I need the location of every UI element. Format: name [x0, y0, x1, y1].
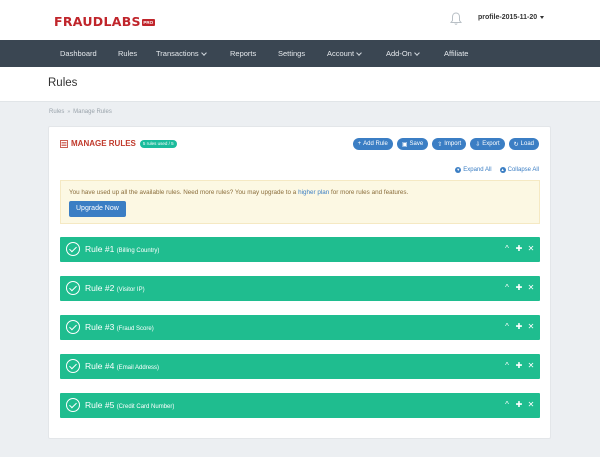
- nav-item-affiliate[interactable]: Affiliate: [444, 40, 468, 67]
- rule-title: Rule #2 (Visitor IP): [85, 283, 145, 293]
- rule-title: Rule #5 (Credit Card Number): [85, 400, 175, 410]
- chevron-down-icon: [200, 49, 207, 56]
- upgrade-alert: You have used up all the available rules…: [60, 180, 540, 224]
- rule-row[interactable]: Rule #2 (Visitor IP) ^ ✚ ✕: [60, 276, 540, 301]
- chevron-down-icon: [356, 49, 362, 56]
- delete-icon[interactable]: ✕: [527, 399, 535, 410]
- rule-title: Rule #1 (Billing Country): [85, 244, 160, 254]
- panel-toolbar: + Add Rule ▣ Save ⇧ Import ⇩ Export ↻ Load: [349, 138, 539, 150]
- download-icon: ⇩: [475, 141, 481, 148]
- check-circle-icon: [66, 242, 80, 256]
- panel-title: MANAGE RULES: [71, 139, 136, 148]
- collapse-icon[interactable]: ^: [503, 321, 511, 332]
- export-button[interactable]: ⇩ Export: [470, 138, 505, 150]
- brand-pro-badge: PRO: [141, 19, 155, 26]
- breadcrumb-current: Manage Rules: [73, 109, 112, 115]
- bell-icon[interactable]: [450, 12, 462, 26]
- expand-collapse-controls: ▼ Expand All ▲ Collapse All: [447, 167, 539, 173]
- load-button[interactable]: ↻ Load: [508, 138, 539, 150]
- nav-item-rules[interactable]: Rules: [118, 40, 137, 67]
- page-title: Rules: [48, 77, 78, 89]
- rule-row[interactable]: Rule #5 (Credit Card Number) ^ ✚ ✕: [60, 393, 540, 418]
- chevron-up-icon: ▲: [499, 167, 506, 173]
- check-circle-icon: [66, 359, 80, 373]
- page-header: Rules: [0, 67, 600, 102]
- move-icon[interactable]: ✚: [515, 282, 523, 293]
- profile-menu[interactable]: profile-2015-11-20: [478, 14, 545, 21]
- delete-icon[interactable]: ✕: [527, 360, 535, 371]
- alert-message: You have used up all the available rules…: [69, 189, 409, 196]
- move-icon[interactable]: ✚: [515, 360, 523, 371]
- breadcrumb: Rules » Manage Rules: [49, 109, 112, 115]
- rule-row[interactable]: Rule #1 (Billing Country) ^ ✚ ✕: [60, 237, 540, 262]
- higher-plan-link[interactable]: higher plan: [298, 189, 329, 196]
- nav-item-reports[interactable]: Reports: [230, 40, 256, 67]
- rule-actions: ^ ✚ ✕: [499, 399, 535, 410]
- add-rule-button[interactable]: + Add Rule: [352, 138, 393, 150]
- import-button[interactable]: ⇧ Import: [432, 138, 467, 150]
- save-button[interactable]: ▣ Save: [396, 138, 429, 150]
- chevron-down-icon: ▼: [455, 167, 462, 173]
- main-nav: Dashboard Rules Transactions Reports Set…: [0, 40, 600, 67]
- brand-logo[interactable]: FRAUDLABS PRO: [54, 14, 155, 29]
- load-icon: ↻: [513, 141, 519, 148]
- chevron-down-icon: [414, 49, 420, 56]
- expand-all-link[interactable]: ▼ Expand All: [455, 167, 492, 173]
- upload-icon: ⇧: [437, 141, 443, 148]
- move-icon[interactable]: ✚: [515, 321, 523, 332]
- rule-actions: ^ ✚ ✕: [499, 321, 535, 332]
- profile-label: profile-2015-11-20: [478, 14, 538, 21]
- nav-item-settings[interactable]: Settings: [278, 40, 305, 67]
- nav-item-add-on[interactable]: Add-On: [386, 40, 420, 67]
- delete-icon[interactable]: ✕: [527, 321, 535, 332]
- breadcrumb-link-rules[interactable]: Rules: [49, 109, 64, 115]
- move-icon[interactable]: ✚: [515, 243, 523, 254]
- collapse-icon[interactable]: ^: [503, 243, 511, 254]
- panel-header: MANAGE RULES 5 rules used / 5: [60, 139, 177, 148]
- collapse-icon[interactable]: ^: [503, 282, 511, 293]
- delete-icon[interactable]: ✕: [527, 282, 535, 293]
- rule-row[interactable]: Rule #3 (Fraud Score) ^ ✚ ✕: [60, 315, 540, 340]
- collapse-all-link[interactable]: ▲ Collapse All: [499, 167, 539, 173]
- nav-item-dashboard[interactable]: Dashboard: [60, 40, 97, 67]
- save-icon: ▣: [401, 141, 408, 148]
- manage-rules-panel: MANAGE RULES 5 rules used / 5 + Add Rule …: [48, 126, 551, 439]
- check-circle-icon: [66, 398, 80, 412]
- check-circle-icon: [66, 320, 80, 334]
- nav-item-transactions[interactable]: Transactions: [156, 40, 207, 67]
- plus-icon: +: [357, 141, 362, 147]
- rule-actions: ^ ✚ ✕: [499, 282, 535, 293]
- rule-title: Rule #4 (Email Address): [85, 361, 160, 371]
- upgrade-now-button[interactable]: Upgrade Now: [69, 201, 126, 217]
- delete-icon[interactable]: ✕: [527, 243, 535, 254]
- brand-name: FRAUDLABS: [54, 14, 141, 29]
- collapse-icon[interactable]: ^: [503, 399, 511, 410]
- rule-title: Rule #3 (Fraud Score): [85, 322, 154, 332]
- collapse-icon[interactable]: ^: [503, 360, 511, 371]
- rule-actions: ^ ✚ ✕: [499, 243, 535, 254]
- chevron-down-icon: [540, 16, 545, 19]
- top-header: FRAUDLABS PRO profile-2015-11-20: [0, 0, 600, 40]
- move-icon[interactable]: ✚: [515, 399, 523, 410]
- rule-row[interactable]: Rule #4 (Email Address) ^ ✚ ✕: [60, 354, 540, 379]
- usage-badge: 5 rules used / 5: [139, 139, 177, 148]
- rule-actions: ^ ✚ ✕: [499, 360, 535, 371]
- breadcrumb-separator: »: [67, 109, 71, 115]
- nav-item-account[interactable]: Account: [327, 40, 362, 67]
- check-circle-icon: [66, 281, 80, 295]
- sliders-icon: [60, 139, 68, 148]
